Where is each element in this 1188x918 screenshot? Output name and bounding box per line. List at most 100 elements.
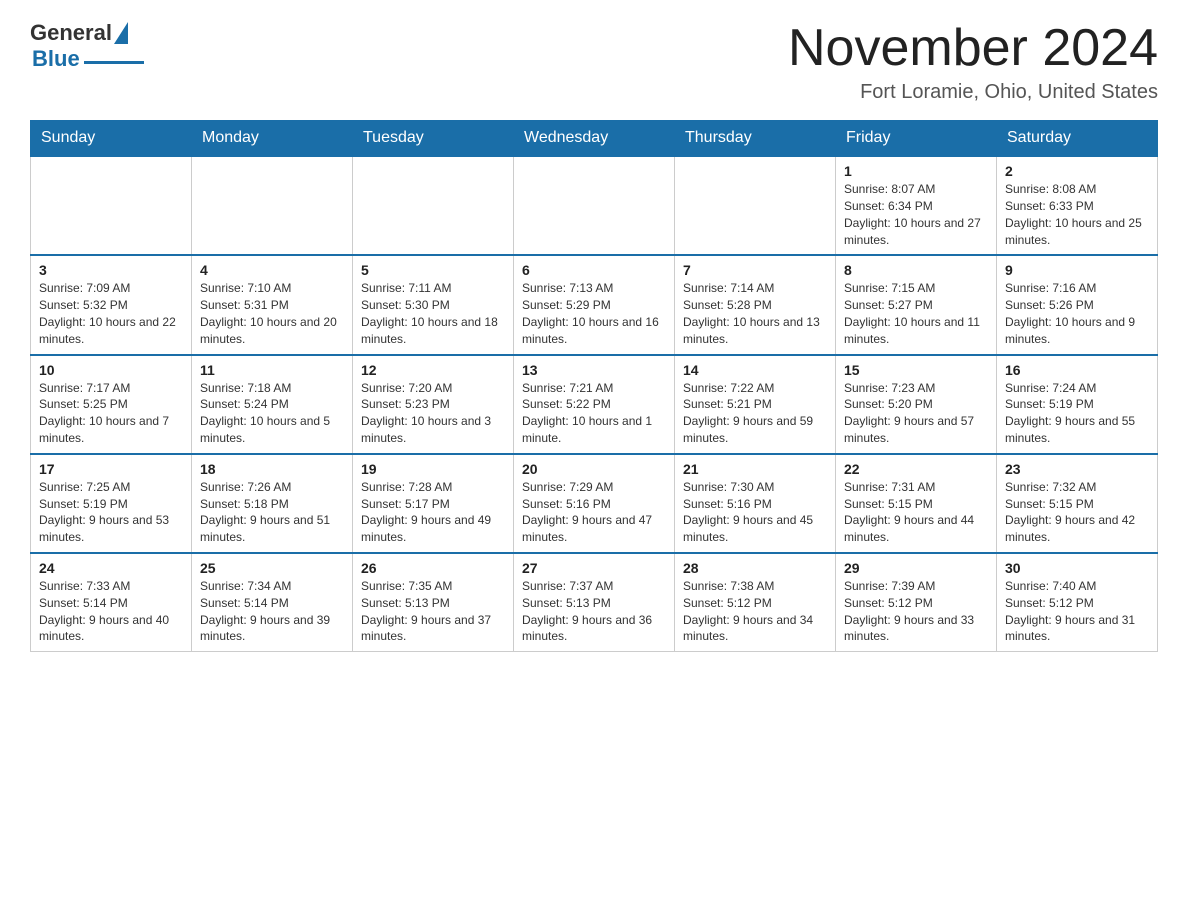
weekday-header-monday: Monday	[192, 121, 353, 157]
weekday-header-thursday: Thursday	[675, 121, 836, 157]
calendar-cell: 7 Sunrise: 7:14 AM Sunset: 5:28 PM Daylig…	[675, 255, 836, 354]
calendar-cell: 16 Sunrise: 7:24 AM Sunset: 5:19 PM Dayli…	[997, 355, 1158, 454]
day-info: Sunrise: 7:22 AM Sunset: 5:21 PM Dayligh…	[683, 380, 827, 447]
day-info: Sunrise: 7:23 AM Sunset: 5:20 PM Dayligh…	[844, 380, 988, 447]
day-info: Sunrise: 7:24 AM Sunset: 5:19 PM Dayligh…	[1005, 380, 1149, 447]
day-number: 21	[683, 461, 827, 477]
calendar-cell: 30 Sunrise: 7:40 AM Sunset: 5:12 PM Dayli…	[997, 553, 1158, 652]
calendar-cell: 28Sunrise: 7:38 AM Sunset: 5:12 PM Dayli…	[675, 553, 836, 652]
calendar-cell: 8 Sunrise: 7:15 AM Sunset: 5:27 PM Daylig…	[836, 255, 997, 354]
calendar-cell: 13 Sunrise: 7:21 AM Sunset: 5:22 PM Dayli…	[514, 355, 675, 454]
day-number: 19	[361, 461, 505, 477]
day-number: 30	[1005, 560, 1149, 576]
day-number: 17	[39, 461, 183, 477]
day-number: 9	[1005, 262, 1149, 278]
calendar-cell: 14 Sunrise: 7:22 AM Sunset: 5:21 PM Dayli…	[675, 355, 836, 454]
calendar-cell: 10 Sunrise: 7:17 AM Sunset: 5:25 PM Dayli…	[31, 355, 192, 454]
day-info: Sunrise: 7:17 AM Sunset: 5:25 PM Dayligh…	[39, 380, 183, 447]
calendar-week-row: 24Sunrise: 7:33 AM Sunset: 5:14 PM Dayli…	[31, 553, 1158, 652]
logo-triangle-icon	[114, 22, 128, 44]
day-info: Sunrise: 7:09 AM Sunset: 5:32 PM Dayligh…	[39, 280, 183, 347]
calendar-week-row: 10 Sunrise: 7:17 AM Sunset: 5:25 PM Dayli…	[31, 355, 1158, 454]
calendar-cell: 5 Sunrise: 7:11 AM Sunset: 5:30 PM Daylig…	[353, 255, 514, 354]
day-info: Sunrise: 7:20 AM Sunset: 5:23 PM Dayligh…	[361, 380, 505, 447]
calendar-cell	[675, 156, 836, 255]
day-number: 2	[1005, 163, 1149, 179]
day-info: Sunrise: 8:07 AM Sunset: 6:34 PM Dayligh…	[844, 181, 988, 248]
calendar-cell: 2 Sunrise: 8:08 AM Sunset: 6:33 PM Daylig…	[997, 156, 1158, 255]
day-info: Sunrise: 7:37 AM Sunset: 5:13 PM Dayligh…	[522, 578, 666, 645]
day-number: 5	[361, 262, 505, 278]
day-number: 23	[1005, 461, 1149, 477]
weekday-header-tuesday: Tuesday	[353, 121, 514, 157]
day-number: 14	[683, 362, 827, 378]
calendar-cell: 4Sunrise: 7:10 AM Sunset: 5:31 PM Daylig…	[192, 255, 353, 354]
day-info: Sunrise: 7:26 AM Sunset: 5:18 PM Dayligh…	[200, 479, 344, 546]
day-info: Sunrise: 7:38 AM Sunset: 5:12 PM Dayligh…	[683, 578, 827, 645]
day-number: 11	[200, 362, 344, 378]
day-number: 16	[1005, 362, 1149, 378]
day-info: Sunrise: 7:11 AM Sunset: 5:30 PM Dayligh…	[361, 280, 505, 347]
day-info: Sunrise: 7:28 AM Sunset: 5:17 PM Dayligh…	[361, 479, 505, 546]
month-title: November 2024	[788, 20, 1158, 77]
calendar-cell: 11 Sunrise: 7:18 AM Sunset: 5:24 PM Dayli…	[192, 355, 353, 454]
day-info: Sunrise: 7:30 AM Sunset: 5:16 PM Dayligh…	[683, 479, 827, 546]
weekday-header-saturday: Saturday	[997, 121, 1158, 157]
calendar-cell: 29Sunrise: 7:39 AM Sunset: 5:12 PM Dayli…	[836, 553, 997, 652]
weekday-header-row: SundayMondayTuesdayWednesdayThursdayFrid…	[31, 121, 1158, 157]
calendar-cell: 24Sunrise: 7:33 AM Sunset: 5:14 PM Dayli…	[31, 553, 192, 652]
day-info: Sunrise: 7:16 AM Sunset: 5:26 PM Dayligh…	[1005, 280, 1149, 347]
logo-underline	[84, 61, 144, 64]
calendar-cell: 23 Sunrise: 7:32 AM Sunset: 5:15 PM Dayli…	[997, 454, 1158, 553]
day-info: Sunrise: 7:21 AM Sunset: 5:22 PM Dayligh…	[522, 380, 666, 447]
day-info: Sunrise: 7:33 AM Sunset: 5:14 PM Dayligh…	[39, 578, 183, 645]
day-info: Sunrise: 7:35 AM Sunset: 5:13 PM Dayligh…	[361, 578, 505, 645]
calendar-cell: 20 Sunrise: 7:29 AM Sunset: 5:16 PM Dayli…	[514, 454, 675, 553]
logo: General Blue	[30, 20, 144, 72]
calendar-cell: 6Sunrise: 7:13 AM Sunset: 5:29 PM Daylig…	[514, 255, 675, 354]
day-info: Sunrise: 7:25 AM Sunset: 5:19 PM Dayligh…	[39, 479, 183, 546]
calendar-cell: 15Sunrise: 7:23 AM Sunset: 5:20 PM Dayli…	[836, 355, 997, 454]
day-number: 12	[361, 362, 505, 378]
calendar-cell: 22 Sunrise: 7:31 AM Sunset: 5:15 PM Dayli…	[836, 454, 997, 553]
day-info: Sunrise: 7:34 AM Sunset: 5:14 PM Dayligh…	[200, 578, 344, 645]
calendar-cell: 18Sunrise: 7:26 AM Sunset: 5:18 PM Dayli…	[192, 454, 353, 553]
calendar-cell: 19 Sunrise: 7:28 AM Sunset: 5:17 PM Dayli…	[353, 454, 514, 553]
day-info: Sunrise: 7:29 AM Sunset: 5:16 PM Dayligh…	[522, 479, 666, 546]
day-number: 22	[844, 461, 988, 477]
day-info: Sunrise: 7:32 AM Sunset: 5:15 PM Dayligh…	[1005, 479, 1149, 546]
page-header: General Blue November 2024 Fort Loramie,…	[30, 20, 1158, 104]
day-info: Sunrise: 7:31 AM Sunset: 5:15 PM Dayligh…	[844, 479, 988, 546]
day-number: 25	[200, 560, 344, 576]
calendar-cell: 25 Sunrise: 7:34 AM Sunset: 5:14 PM Dayli…	[192, 553, 353, 652]
day-number: 3	[39, 262, 183, 278]
calendar-cell: 17 Sunrise: 7:25 AM Sunset: 5:19 PM Dayli…	[31, 454, 192, 553]
calendar-cell: 26Sunrise: 7:35 AM Sunset: 5:13 PM Dayli…	[353, 553, 514, 652]
day-info: Sunrise: 7:15 AM Sunset: 5:27 PM Dayligh…	[844, 280, 988, 347]
day-number: 7	[683, 262, 827, 278]
day-number: 27	[522, 560, 666, 576]
day-info: Sunrise: 7:14 AM Sunset: 5:28 PM Dayligh…	[683, 280, 827, 347]
calendar-cell: 12 Sunrise: 7:20 AM Sunset: 5:23 PM Dayli…	[353, 355, 514, 454]
day-number: 1	[844, 163, 988, 179]
calendar-cell	[353, 156, 514, 255]
day-info: Sunrise: 7:39 AM Sunset: 5:12 PM Dayligh…	[844, 578, 988, 645]
day-info: Sunrise: 8:08 AM Sunset: 6:33 PM Dayligh…	[1005, 181, 1149, 248]
day-number: 20	[522, 461, 666, 477]
calendar-week-row: 17 Sunrise: 7:25 AM Sunset: 5:19 PM Dayli…	[31, 454, 1158, 553]
calendar-week-row: 3 Sunrise: 7:09 AM Sunset: 5:32 PM Daylig…	[31, 255, 1158, 354]
day-info: Sunrise: 7:13 AM Sunset: 5:29 PM Dayligh…	[522, 280, 666, 347]
day-number: 10	[39, 362, 183, 378]
location-text: Fort Loramie, Ohio, United States	[788, 81, 1158, 104]
day-info: Sunrise: 7:40 AM Sunset: 5:12 PM Dayligh…	[1005, 578, 1149, 645]
calendar-cell: 9 Sunrise: 7:16 AM Sunset: 5:26 PM Daylig…	[997, 255, 1158, 354]
day-number: 8	[844, 262, 988, 278]
logo-general-text: General	[30, 20, 112, 46]
calendar-cell	[192, 156, 353, 255]
title-block: November 2024 Fort Loramie, Ohio, United…	[788, 20, 1158, 104]
calendar-table: SundayMondayTuesdayWednesdayThursdayFrid…	[30, 120, 1158, 652]
weekday-header-friday: Friday	[836, 121, 997, 157]
weekday-header-wednesday: Wednesday	[514, 121, 675, 157]
day-info: Sunrise: 7:18 AM Sunset: 5:24 PM Dayligh…	[200, 380, 344, 447]
day-number: 13	[522, 362, 666, 378]
